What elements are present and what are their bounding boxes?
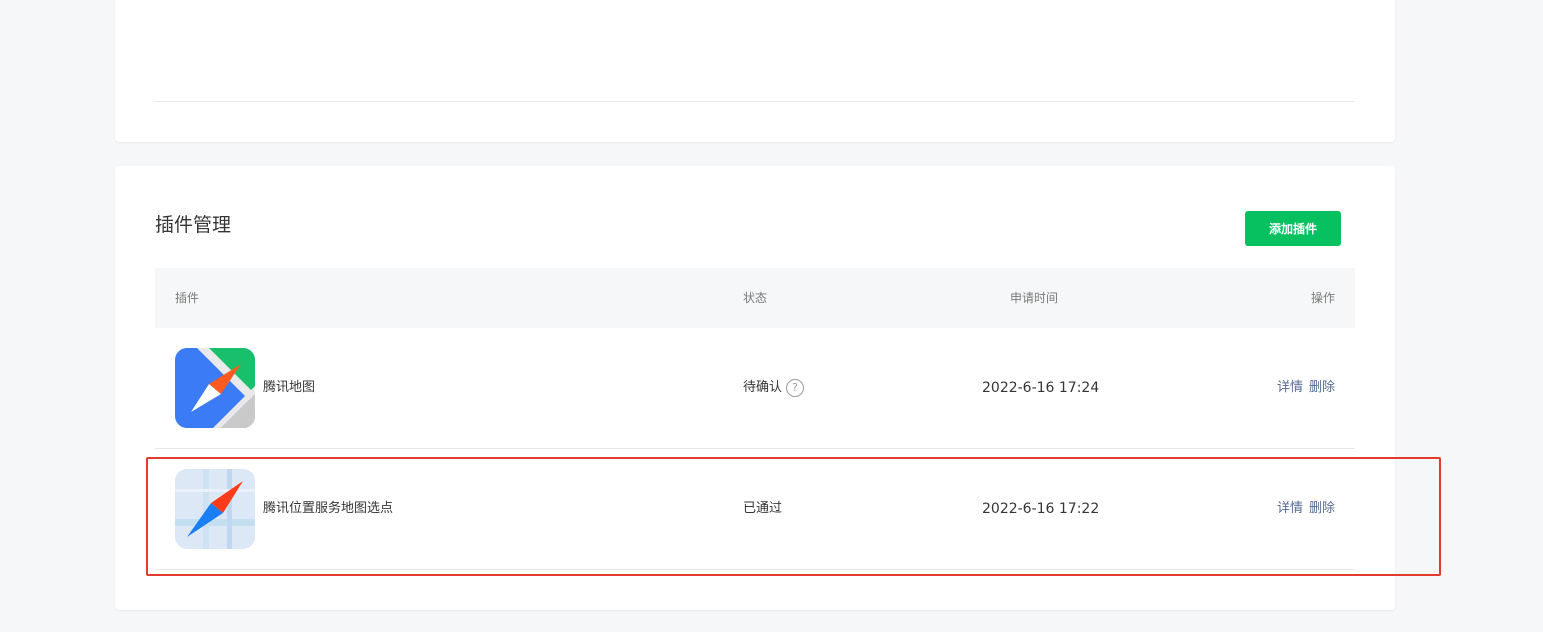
plugin-name: 腾讯位置服务地图选点 xyxy=(263,501,394,516)
header-status: 状态 xyxy=(743,291,768,305)
apply-time: 2022-6-16 17:24 xyxy=(982,380,1100,396)
plugin-name: 腾讯地图 xyxy=(263,380,316,395)
table-row: 腾讯位置服务地图选点 已通过 2022-6-16 17:22 详情 删除 xyxy=(155,449,1355,570)
header-operation: 操作 xyxy=(1310,291,1335,305)
plugin-table: 插件 状态 申请时间 操作 腾讯地图 待确认 ? 2022-6-16 17:24… xyxy=(155,268,1355,570)
detail-link[interactable]: 详情 xyxy=(1277,380,1303,395)
divider xyxy=(155,101,1355,102)
detail-link[interactable]: 详情 xyxy=(1277,501,1303,516)
status-cell: 待确认 ? xyxy=(743,328,805,448)
map-picker-icon xyxy=(175,469,255,549)
plugin-management-card: 插件管理 添加插件 插件 状态 申请时间 操作 腾讯地图 待确认 ? 2022-… xyxy=(115,166,1395,610)
delete-link[interactable]: 删除 xyxy=(1309,501,1335,516)
header-plugin: 插件 xyxy=(175,291,200,305)
table-row: 腾讯地图 待确认 ? 2022-6-16 17:24 详情 删除 xyxy=(155,328,1355,449)
table-header: 插件 状态 申请时间 操作 xyxy=(155,268,1355,328)
operations: 详情 删除 xyxy=(1271,328,1335,448)
status-cell: 已通过 xyxy=(743,449,782,569)
status-text: 已通过 xyxy=(743,501,783,516)
apply-time: 2022-6-16 17:22 xyxy=(982,501,1100,517)
tencent-map-icon xyxy=(175,348,255,428)
delete-link[interactable]: 删除 xyxy=(1309,380,1335,395)
header-time: 申请时间 xyxy=(1010,291,1059,305)
section-title: 插件管理 xyxy=(155,214,232,236)
operations: 详情 删除 xyxy=(1271,449,1335,569)
status-text: 待确认 xyxy=(743,380,783,395)
help-icon[interactable]: ? xyxy=(786,379,805,397)
add-plugin-button[interactable]: 添加插件 xyxy=(1245,211,1341,246)
top-card xyxy=(115,0,1395,142)
